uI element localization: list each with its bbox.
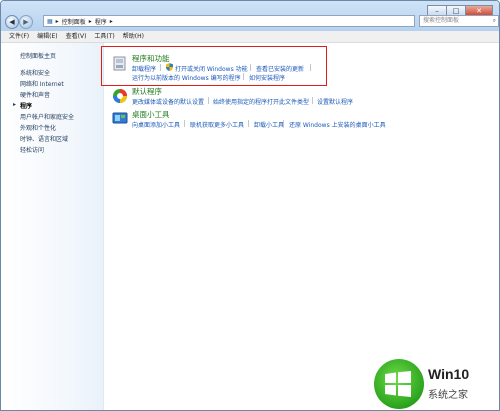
sidebar-item-user-accounts[interactable]: 用户帐户和家庭安全 — [20, 112, 74, 121]
add-gadgets-link[interactable]: 向桌面添加小工具 — [132, 120, 180, 129]
link-separator — [208, 97, 209, 104]
address-bar[interactable]: ▦ ▸ 控制面板 ▸ 程序 ▸ — [43, 15, 415, 27]
default-programs-title[interactable]: 默认程序 — [132, 86, 162, 97]
windows-logo-icon — [385, 371, 411, 397]
watermark-brand: Win10 — [428, 366, 470, 382]
get-more-gadgets-link[interactable]: 联机获取更多小工具 — [190, 120, 244, 129]
forward-button[interactable]: ▶ — [19, 15, 33, 29]
highlight-box — [101, 46, 327, 86]
sidebar-item-home[interactable]: 控制面板主页 — [20, 51, 56, 60]
menu-bar: 文件(F) 编辑(E) 查看(V) 工具(T) 帮助(H) — [1, 31, 499, 43]
main-content: 程序和功能 卸载程序 打开或关闭 Windows 功能 查看已安装的更新 运行为… — [104, 43, 499, 410]
menu-file[interactable]: 文件(F) — [9, 31, 29, 42]
menu-tools[interactable]: 工具(T) — [94, 31, 114, 42]
breadcrumb-separator: ▸ — [88, 17, 92, 25]
change-media-defaults-link[interactable]: 更改媒体或设备的默认设置 — [132, 97, 204, 106]
menu-edit[interactable]: 编辑(E) — [37, 31, 57, 42]
control-panel-window: – □ ✕ ◀ ▶ ▦ ▸ 控制面板 ▸ 程序 ▸ 搜索控制面板 ⌕ 文件(F)… — [0, 0, 500, 411]
sidebar-item-system-security[interactable]: 系统和安全 — [20, 68, 50, 77]
breadcrumb-separator: ▸ — [109, 17, 113, 25]
search-placeholder: 搜索控制面板 — [423, 17, 460, 24]
menu-view[interactable]: 查看(V) — [66, 31, 87, 42]
search-box[interactable]: 搜索控制面板 ⌕ — [419, 15, 499, 27]
menu-help[interactable]: 帮助(H) — [123, 31, 144, 42]
breadcrumb-programs[interactable]: 程序 — [95, 17, 107, 26]
set-default-programs-link[interactable]: 设置默认程序 — [317, 97, 353, 106]
navigation-row: ◀ ▶ ▦ ▸ 控制面板 ▸ 程序 ▸ 搜索控制面板 ⌕ — [5, 15, 499, 29]
back-button[interactable]: ◀ — [5, 15, 19, 29]
sidebar: 控制面板主页 系统和安全 网络和 Internet 硬件和声音 ▸ 程序 用户帐… — [1, 43, 104, 410]
link-separator — [283, 120, 284, 127]
restore-gadgets-link[interactable]: 还原 Windows 上安装的桌面小工具 — [289, 120, 386, 129]
sidebar-item-clock-language[interactable]: 时钟、语言和区域 — [20, 134, 68, 143]
uninstall-gadget-link[interactable]: 卸载小工具 — [254, 120, 284, 129]
watermark-site: 系统之家 — [428, 390, 468, 401]
breadcrumb-control-panel[interactable]: 控制面板 — [62, 17, 86, 26]
sidebar-item-ease-of-access[interactable]: 轻松访问 — [20, 145, 44, 154]
sidebar-item-appearance[interactable]: 外观和个性化 — [20, 123, 56, 132]
sidebar-item-hardware-sound[interactable]: 硬件和声音 — [20, 90, 50, 99]
search-icon[interactable]: ⌕ — [493, 16, 496, 26]
link-separator — [184, 120, 185, 127]
link-separator — [312, 97, 313, 104]
watermark-logo: Win10 系统之家 — [366, 356, 499, 410]
desktop-gadgets-icon — [112, 112, 128, 124]
sidebar-item-programs[interactable]: 程序 — [20, 101, 32, 110]
link-separator — [248, 120, 249, 127]
file-type-association-link[interactable]: 始终使用指定的程序打开此文件类型 — [213, 97, 309, 106]
breadcrumb-separator: ▸ — [55, 17, 59, 25]
current-item-bullet: ▸ — [13, 101, 17, 108]
default-programs-icon — [113, 89, 127, 103]
desktop-gadgets-title[interactable]: 桌面小工具 — [132, 109, 170, 120]
control-panel-icon: ▦ — [47, 17, 53, 25]
sidebar-item-network[interactable]: 网络和 Internet — [20, 79, 64, 88]
title-bar: – □ ✕ ◀ ▶ ▦ ▸ 控制面板 ▸ 程序 ▸ 搜索控制面板 ⌕ — [1, 1, 499, 31]
